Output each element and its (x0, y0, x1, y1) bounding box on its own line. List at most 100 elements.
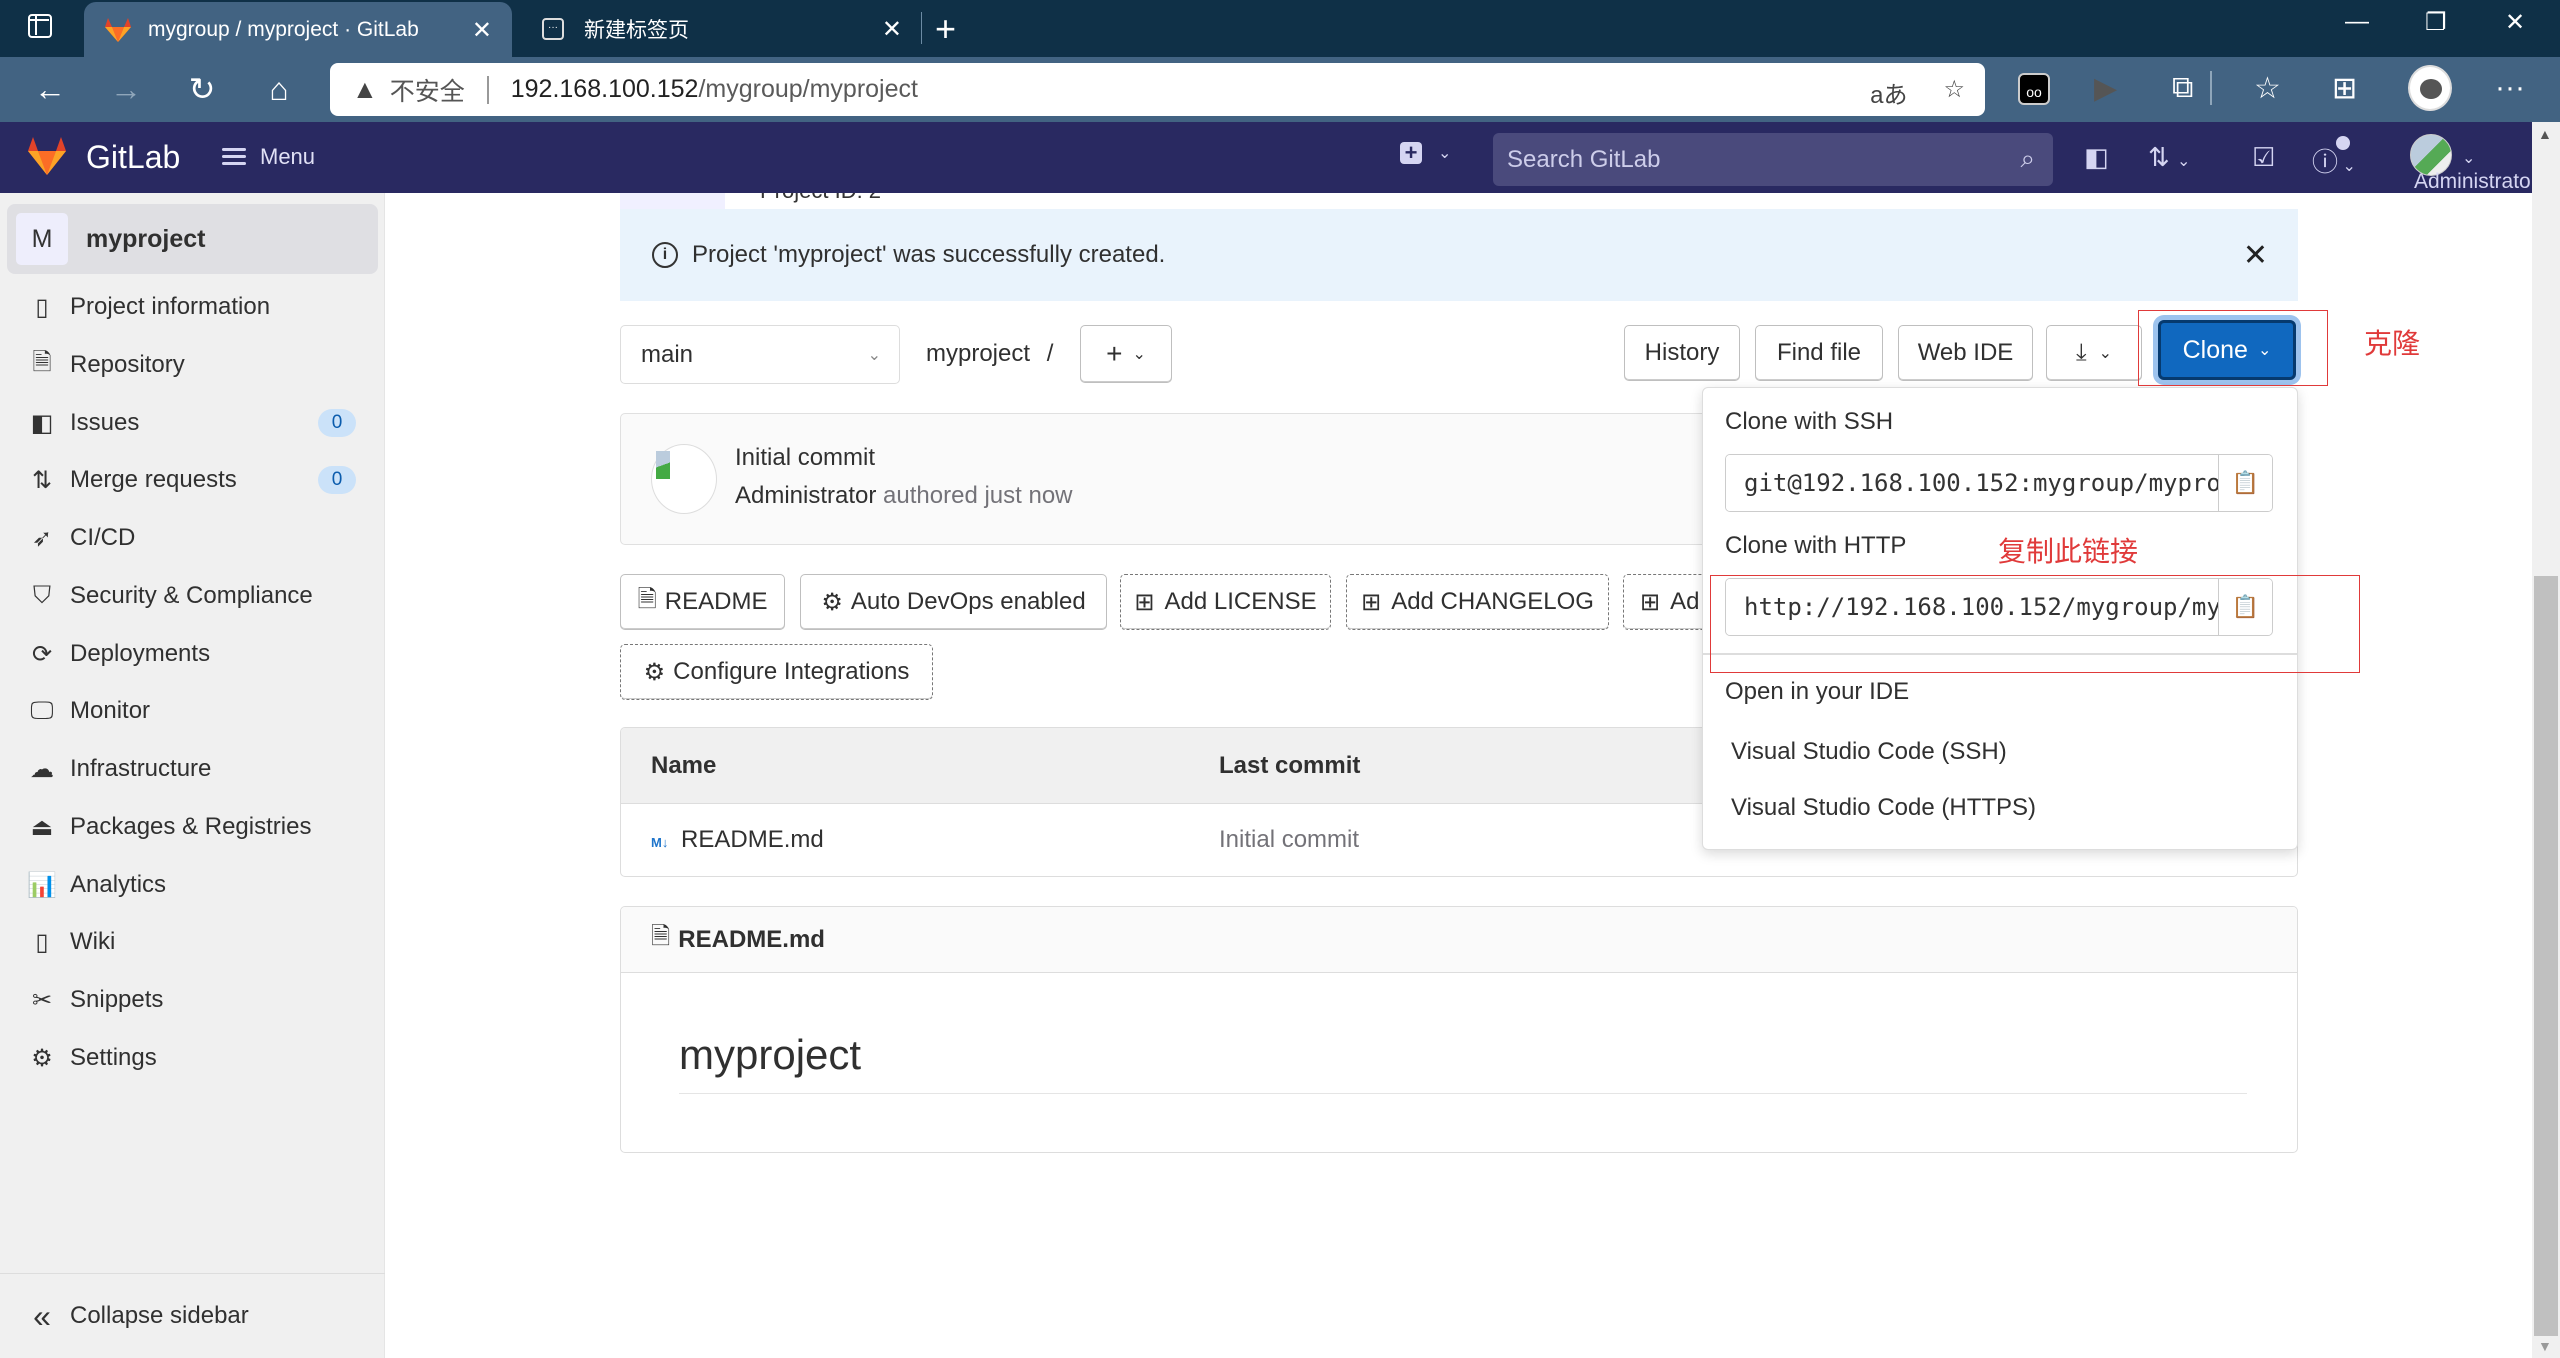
security-status[interactable]: 不安全 (390, 72, 465, 108)
add-changelog-button[interactable]: ⊞ Add CHANGELOG (1346, 574, 1609, 630)
web-ide-button[interactable]: Web IDE (1898, 325, 2033, 381)
find-file-button[interactable]: Find file (1755, 325, 1883, 381)
sidebar-item-infrastructure[interactable]: ☁ Infrastructure (0, 745, 385, 793)
add-to-tree-dropdown[interactable]: + ⌄ (1080, 325, 1172, 383)
file-last-commit[interactable]: Initial commit (1219, 826, 1359, 854)
dismiss-alert-button[interactable]: ✕ (2243, 238, 2268, 273)
scroll-up-arrow-icon[interactable]: ▲ (2538, 126, 2552, 142)
gitlab-logo-icon[interactable] (26, 136, 68, 176)
extensions-icon[interactable]: ⧉ (2172, 71, 2193, 105)
breadcrumb-project[interactable]: myproject (926, 340, 1030, 367)
sidebar-item-label: Infrastructure (70, 755, 212, 782)
download-dropdown[interactable]: ⤓ ⌄ (2046, 325, 2142, 381)
sidebar-item-repository[interactable]: 🗎 Repository (0, 341, 385, 389)
todos-nav-icon[interactable]: ☑ (2252, 142, 2275, 173)
clone-annotation-text: 克隆 (2364, 328, 2421, 359)
chart-icon: 📊 (27, 871, 57, 899)
more-menu-icon[interactable]: ··· (2495, 71, 2525, 105)
menu-button[interactable]: Menu (222, 144, 315, 170)
sidebar-item-analytics[interactable]: 📊 Analytics (0, 861, 385, 909)
clipboard-icon: 📋 (2231, 470, 2260, 495)
column-header-last-commit: Last commit (1219, 752, 1361, 779)
rocket-icon: ➶ (31, 524, 53, 552)
maximize-button[interactable]: ❐ (2425, 8, 2447, 37)
new-item-dropdown[interactable]: + ⌄ (1400, 142, 1451, 164)
home-button[interactable]: ⌂ (257, 67, 301, 111)
file-link[interactable]: M↓ README.md (651, 826, 824, 854)
configure-integrations-button[interactable]: ⚙ Configure Integrations (620, 644, 933, 700)
help-notification-dot (2336, 136, 2350, 150)
sidebar-project-header[interactable]: M myproject (7, 204, 378, 274)
help-icon[interactable]: ⓘ ⌄ (2312, 142, 2356, 179)
back-button[interactable]: ← (28, 67, 72, 111)
sidebar-item-monitor[interactable]: 🖵 Monitor (0, 687, 385, 735)
media-play-icon[interactable]: ▶ (2094, 71, 2117, 106)
open-vscode-ssh[interactable]: Visual Studio Code (SSH) (1731, 738, 2007, 766)
gitlab-brand[interactable]: GitLab (86, 139, 180, 176)
sidebar-item-project-information[interactable]: ▯ Project information (0, 283, 385, 331)
new-tab-button[interactable]: + (935, 8, 956, 50)
browser-tab-new[interactable]: ··· 新建标签页 ✕ (512, 2, 922, 56)
sidebar-item-settings[interactable]: ⚙ Settings (0, 1034, 385, 1082)
commit-title[interactable]: Initial commit (735, 444, 875, 472)
clone-annotation-box (2138, 310, 2328, 386)
sidebar-item-wiki[interactable]: ▯ Wiki (0, 918, 385, 966)
tab-actions-icon[interactable] (28, 14, 52, 38)
sidebar-item-ci-cd[interactable]: ➶ CI/CD (0, 514, 385, 562)
reload-button[interactable]: ↻ (180, 67, 224, 111)
commit-author-avatar[interactable] (651, 444, 717, 514)
issues-icon: ◧ (30, 409, 54, 437)
browser-profile-avatar[interactable] (2408, 65, 2452, 111)
collections-icon[interactable]: ⊞ (2332, 71, 2357, 106)
tab-close-icon[interactable]: ✕ (472, 16, 492, 45)
favorites-icon[interactable]: ☆ (2254, 71, 2281, 106)
open-vscode-https[interactable]: Visual Studio Code (HTTPS) (1731, 794, 2036, 822)
close-window-button[interactable]: ✕ (2505, 8, 2525, 37)
clone-ssh-field[interactable]: 📋 (1725, 454, 2273, 512)
forward-button[interactable]: → (104, 67, 148, 111)
sidebar-item-issues[interactable]: ◧ Issues 0 (0, 399, 385, 447)
ssh-url-input[interactable] (1726, 455, 2220, 511)
markdown-icon: M↓ (651, 835, 669, 850)
commit-author[interactable]: Administrator (735, 482, 876, 509)
project-avatar: M (16, 213, 68, 265)
add-license-button[interactable]: ⊞ Add LICENSE (1120, 574, 1331, 630)
sidebar-item-deployments[interactable]: ⟳ Deployments (0, 630, 385, 678)
scrollbar-thumb[interactable] (2534, 576, 2558, 1336)
tab-close-icon[interactable]: ✕ (882, 15, 902, 44)
monitor-icon: 🖵 (30, 697, 54, 724)
new-tab-page-icon: ··· (542, 18, 564, 40)
sidebar-item-packages-registries[interactable]: ⏏ Packages & Registries (0, 803, 385, 851)
address-bar[interactable]: ▲ 不安全 192.168.100.152 /mygroup/myproject… (330, 63, 1985, 116)
branch-selector[interactable]: main ⌄ (620, 325, 900, 384)
sidebar-item-snippets[interactable]: ✂ Snippets (0, 976, 385, 1024)
add-favorite-icon[interactable]: ☆ (1943, 75, 1965, 110)
clone-http-label: Clone with HTTP (1725, 532, 1907, 559)
history-button[interactable]: History (1624, 325, 1740, 381)
tab-title: 新建标签页 (584, 19, 689, 42)
readme-button[interactable]: 🗎 README (620, 574, 785, 630)
path-breadcrumb: myproject / (926, 340, 1053, 368)
sidebar-item-security-compliance[interactable]: ⛉ Security & Compliance (0, 572, 385, 620)
user-menu-chevron-icon[interactable]: ⌄ (2462, 148, 2475, 168)
sidebar-item-merge-requests[interactable]: ⇅ Merge requests 0 (0, 456, 385, 504)
shield-icon: ⛉ (33, 582, 51, 609)
minimize-button[interactable]: — (2345, 8, 2369, 36)
search-input[interactable]: Search GitLab ⌕ (1493, 133, 2053, 186)
merge-requests-nav-icon[interactable]: ⇅ ⌄ (2148, 142, 2190, 173)
book-icon: ▯ (35, 928, 49, 956)
read-aloud-icon[interactable]: aあ (1870, 75, 1907, 110)
scroll-down-arrow-icon[interactable]: ▼ (2538, 1338, 2552, 1354)
sidebar-item-label: Monitor (70, 697, 151, 724)
package-icon: ⏏ (30, 813, 54, 841)
extension-icon[interactable]: oo (2018, 73, 2050, 105)
chevron-down-icon: ⌄ (1438, 145, 1452, 162)
copy-ssh-url-button[interactable]: 📋 (2218, 455, 2272, 511)
url-divider (486, 75, 489, 104)
auto-devops-button[interactable]: ⚙ Auto DevOps enabled (800, 574, 1107, 630)
readme-filename[interactable]: README.md (678, 926, 825, 954)
collapse-sidebar-button[interactable]: « Collapse sidebar (0, 1273, 385, 1358)
issues-nav-icon[interactable]: ◧ (2084, 142, 2109, 173)
browser-tab-gitlab[interactable]: mygroup / myproject · GitLab ✕ (84, 2, 512, 58)
browser-toolbar: ← → ↻ ⌂ ▲ 不安全 192.168.100.152 /mygroup/m… (0, 57, 2560, 122)
